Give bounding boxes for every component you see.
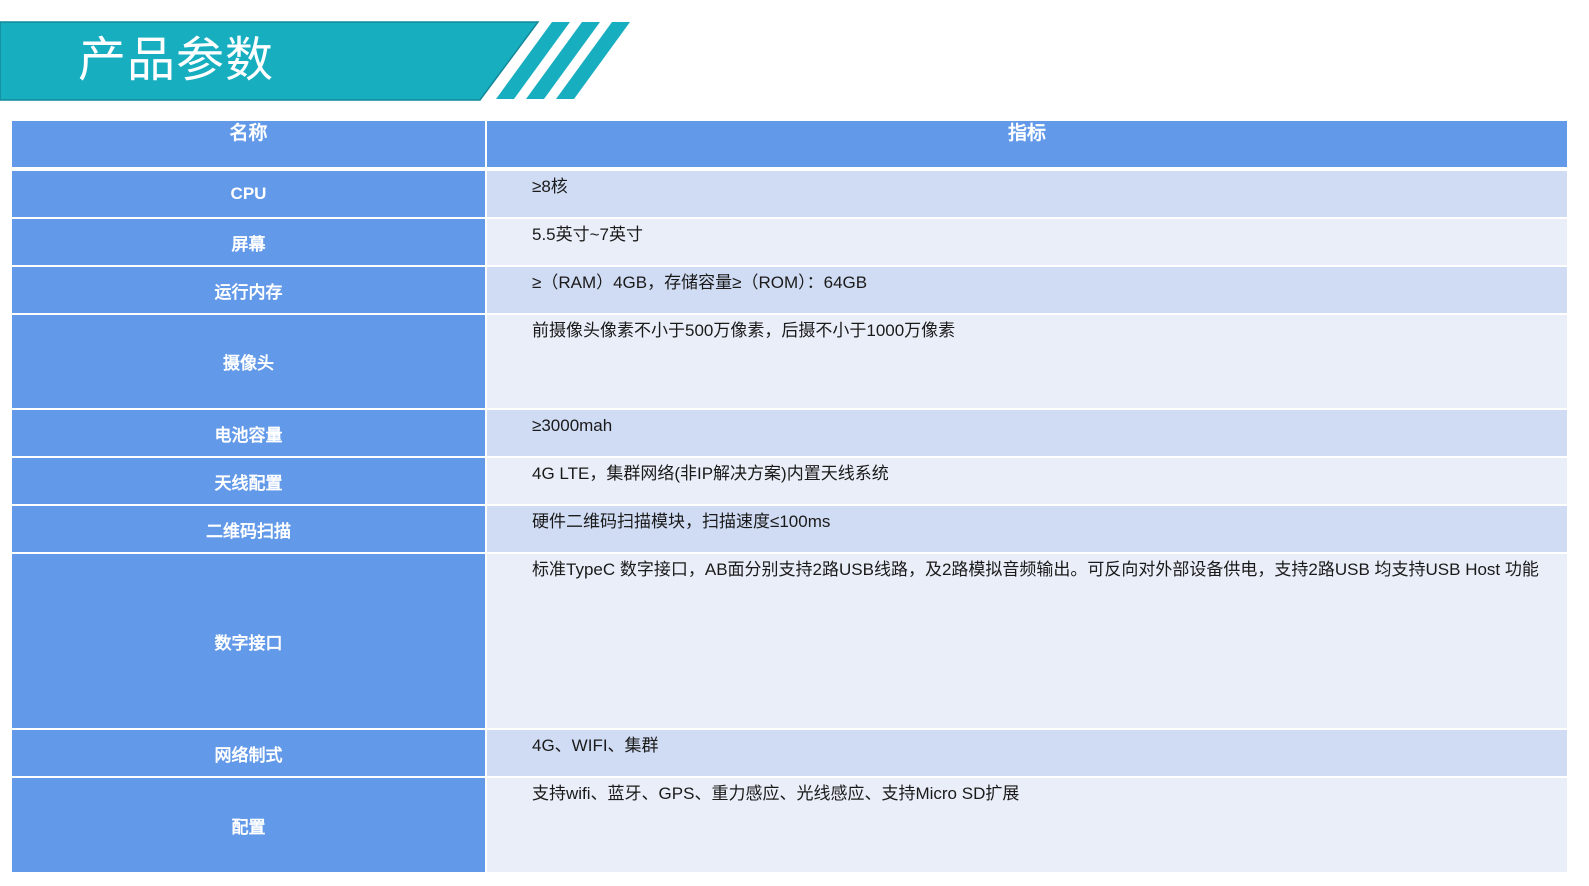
spec-value: 4G LTE，集群网络(非IP解决方案)内置天线系统 (487, 458, 1567, 506)
spec-name: 数字接口 (12, 554, 487, 730)
spec-value: 4G、WIFI、集群 (487, 730, 1567, 778)
column-header-value: 指标 (487, 121, 1567, 171)
spec-name: 配置 (12, 778, 487, 872)
title-banner: 产品参数 (0, 0, 660, 110)
spec-value: 5.5英寸~7英寸 (487, 219, 1567, 267)
spec-name: 二维码扫描 (12, 506, 487, 554)
page-title: 产品参数 (78, 32, 275, 88)
table-row: 电池容量 ≥3000mah (12, 410, 1567, 458)
spec-table: 名称 指标 CPU ≥8核 屏幕 5.5英寸~7英寸 运行内存 ≥（RAM）4G… (12, 121, 1567, 872)
spec-value: 支持wifi、蓝牙、GPS、重力感应、光线感应、支持Micro SD扩展 (487, 778, 1567, 872)
spec-name: 天线配置 (12, 458, 487, 506)
spec-value: 标准TypeC 数字接口，AB面分别支持2路USB线路，及2路模拟音频输出。可反… (487, 554, 1567, 730)
spec-name: 摄像头 (12, 315, 487, 410)
table-row: 二维码扫描 硬件二维码扫描模块，扫描速度≤100ms (12, 506, 1567, 554)
table-row: 数字接口 标准TypeC 数字接口，AB面分别支持2路USB线路，及2路模拟音频… (12, 554, 1567, 730)
table-row: 屏幕 5.5英寸~7英寸 (12, 219, 1567, 267)
spec-value: ≥8核 (487, 171, 1567, 219)
spec-name: 运行内存 (12, 267, 487, 315)
spec-value: ≥（RAM）4GB，存储容量≥（ROM）：64GB (487, 267, 1567, 315)
spec-value: 前摄像头像素不小于500万像素，后摄不小于1000万像素 (487, 315, 1567, 410)
table-row: 运行内存 ≥（RAM）4GB，存储容量≥（ROM）：64GB (12, 267, 1567, 315)
column-header-name: 名称 (12, 121, 487, 171)
table-row: 摄像头 前摄像头像素不小于500万像素，后摄不小于1000万像素 (12, 315, 1567, 410)
table-header-row: 名称 指标 (12, 121, 1567, 171)
table-row: 天线配置 4G LTE，集群网络(非IP解决方案)内置天线系统 (12, 458, 1567, 506)
spec-value: 硬件二维码扫描模块，扫描速度≤100ms (487, 506, 1567, 554)
spec-name: CPU (12, 171, 487, 219)
spec-name: 电池容量 (12, 410, 487, 458)
table-row: 网络制式 4G、WIFI、集群 (12, 730, 1567, 778)
spec-name: 网络制式 (12, 730, 487, 778)
table-row: 配置 支持wifi、蓝牙、GPS、重力感应、光线感应、支持Micro SD扩展 (12, 778, 1567, 872)
spec-value: ≥3000mah (487, 410, 1567, 458)
spec-name: 屏幕 (12, 219, 487, 267)
table-row: CPU ≥8核 (12, 171, 1567, 219)
